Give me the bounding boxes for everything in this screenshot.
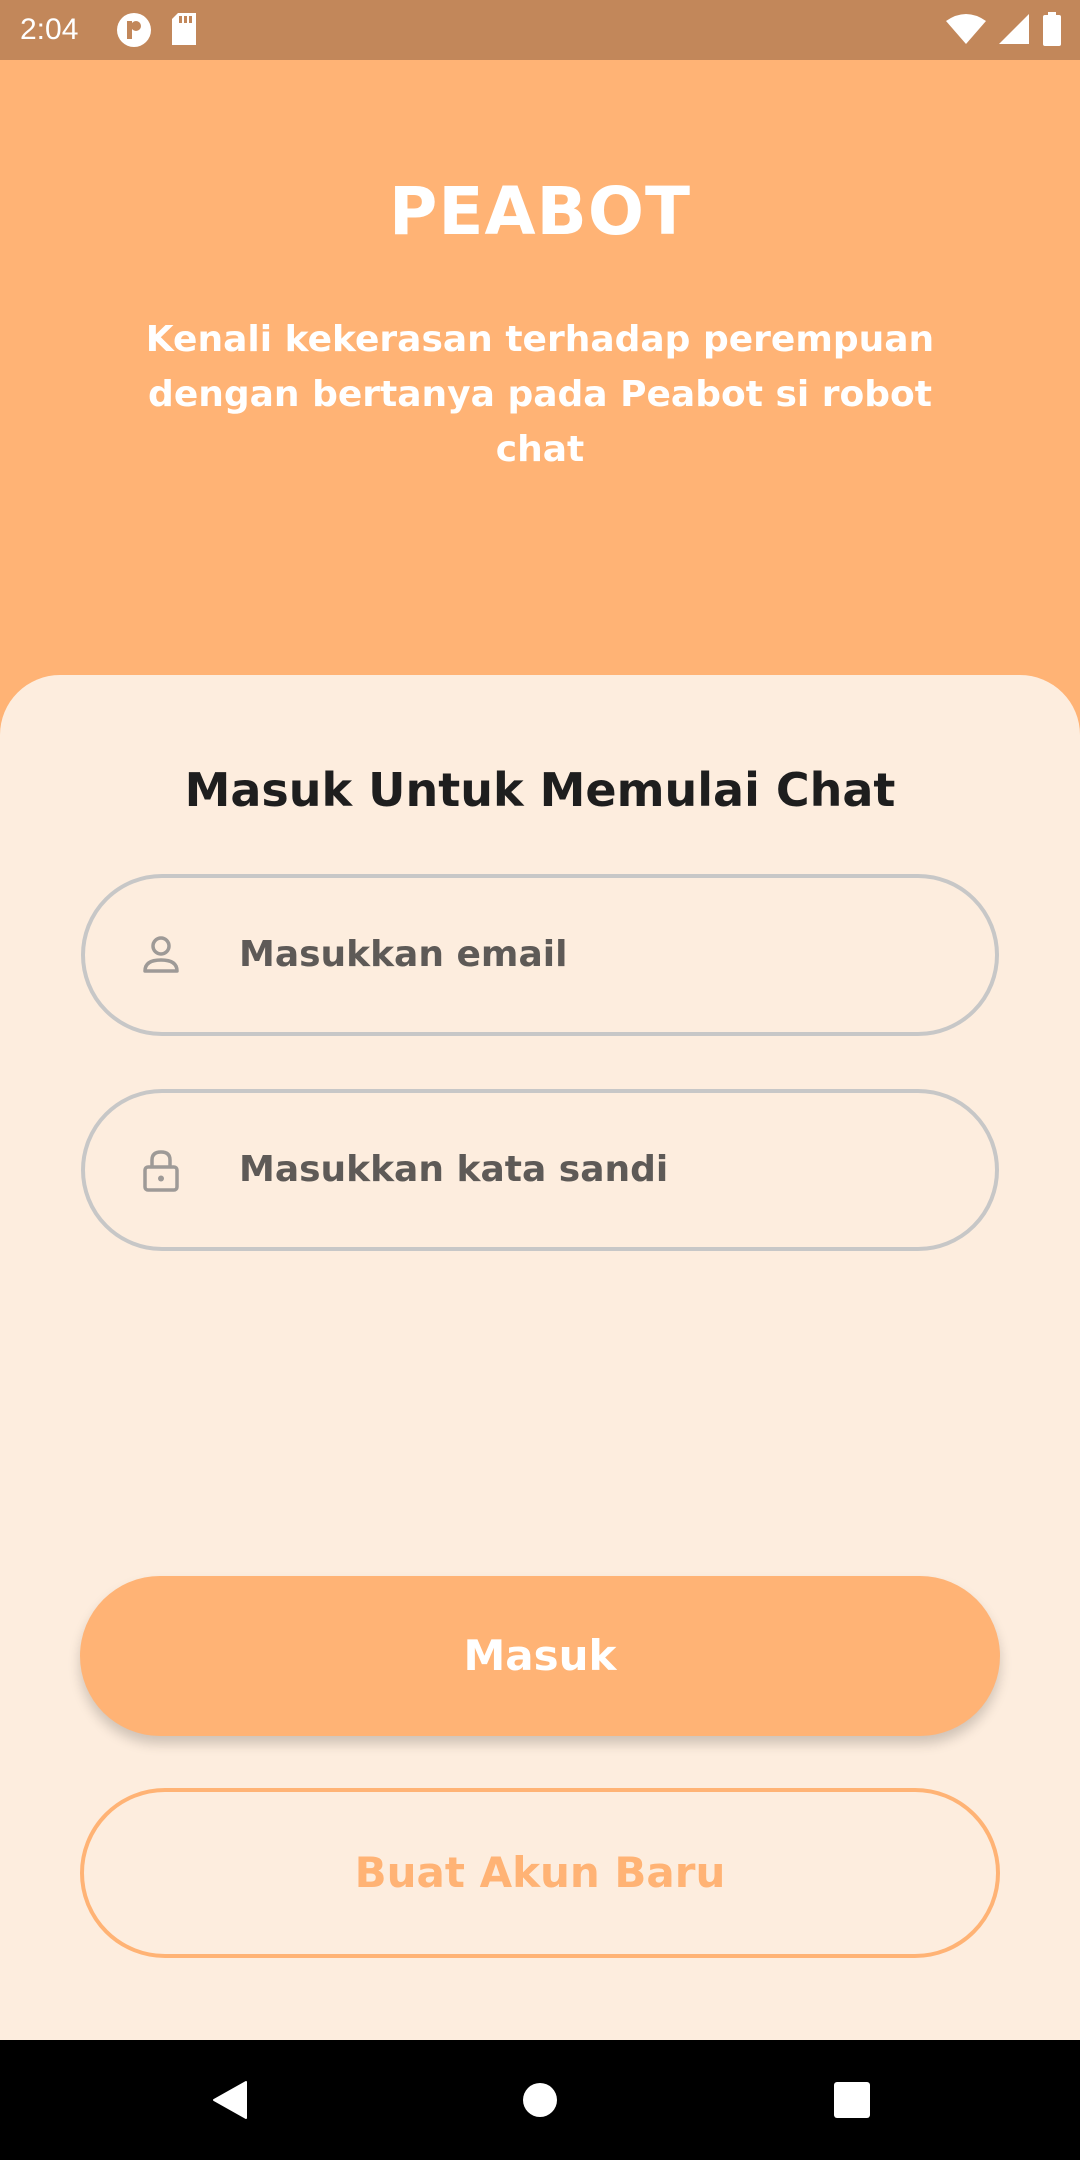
password-field[interactable]: Masukkan kata sandi <box>81 1089 999 1251</box>
status-left-icons <box>116 12 198 48</box>
back-icon <box>213 2081 247 2119</box>
home-icon <box>523 2083 557 2117</box>
app-subtitle-line-1: Kenali kekerasan terhadap perempuan <box>145 319 935 360</box>
recents-button[interactable] <box>812 2040 892 2160</box>
back-button[interactable] <box>190 2040 270 2160</box>
status-bar: 2:04 <box>0 0 1080 60</box>
password-placeholder: Masukkan kata sandi <box>239 1149 669 1190</box>
app-subtitle: Kenali kekerasan terhadap perempuan deng… <box>120 312 960 477</box>
notification-p-icon <box>117 13 151 47</box>
status-time: 2:04 <box>20 13 79 46</box>
login-button[interactable]: Masuk <box>80 1576 1000 1736</box>
email-field[interactable]: Masukkan email <box>81 874 999 1036</box>
home-button[interactable] <box>500 2040 580 2160</box>
recents-icon <box>834 2082 870 2118</box>
email-placeholder: Masukkan email <box>239 934 568 975</box>
register-button[interactable]: Buat Akun Baru <box>80 1788 1000 1958</box>
app-subtitle-line-2: dengan bertanya pada Peabot si robot cha… <box>148 374 932 470</box>
signal-icon <box>999 14 1029 44</box>
status-right-icons <box>946 12 1062 46</box>
login-heading: Masuk Untuk Memulai Chat <box>184 763 896 817</box>
wifi-icon <box>946 14 986 44</box>
navigation-bar <box>0 2040 1080 2160</box>
sd-card-icon <box>172 13 196 45</box>
user-icon <box>143 936 179 973</box>
lock-icon <box>143 1150 179 1192</box>
battery-icon <box>1043 12 1061 46</box>
app-title: PEABOT <box>389 173 691 250</box>
